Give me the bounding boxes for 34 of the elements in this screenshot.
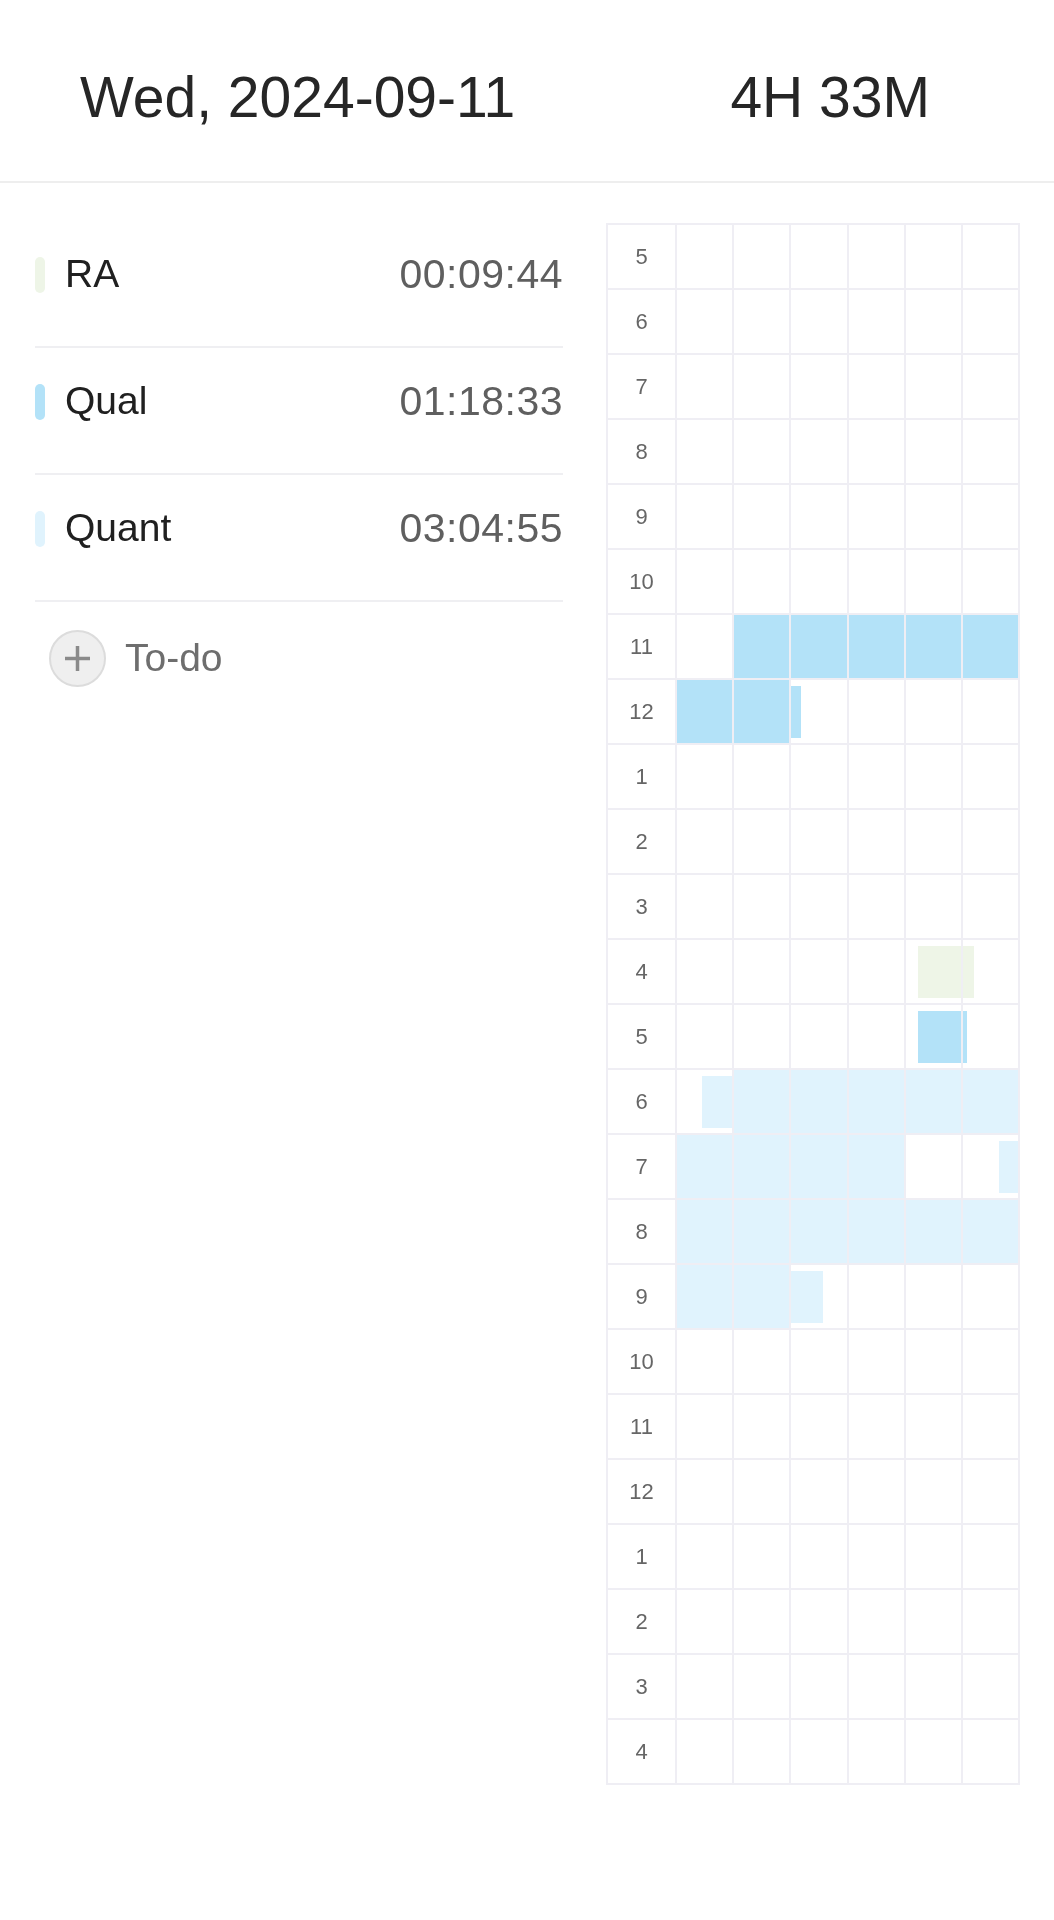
hour-label: 2 bbox=[635, 1610, 648, 1633]
hour-label: 12 bbox=[629, 700, 654, 723]
total-duration: 4H 33M bbox=[730, 69, 930, 126]
hour-label: 9 bbox=[635, 505, 648, 528]
task-name: Quant bbox=[65, 507, 172, 550]
hour-label: 5 bbox=[635, 245, 648, 268]
hour-label: 10 bbox=[629, 1350, 654, 1373]
hour-label: 12 bbox=[629, 1480, 654, 1503]
hour-label: 4 bbox=[635, 1740, 648, 1763]
date-title: Wed, 2024-09-11 bbox=[80, 69, 516, 126]
task-duration: 01:18:33 bbox=[399, 378, 563, 425]
hour-label: 6 bbox=[635, 1090, 648, 1113]
add-todo-button[interactable]: To-do bbox=[49, 630, 223, 687]
hour-label: 8 bbox=[635, 440, 648, 463]
hour-label: 4 bbox=[635, 960, 648, 983]
task-name: Qual bbox=[65, 380, 148, 423]
hour-label: 11 bbox=[630, 635, 653, 658]
hour-label: 9 bbox=[635, 1285, 648, 1308]
hour-label: 1 bbox=[635, 1545, 648, 1568]
task-duration: 00:09:44 bbox=[399, 251, 563, 298]
task-duration: 03:04:55 bbox=[399, 505, 563, 552]
hour-label: 6 bbox=[635, 310, 648, 333]
task-name: RA bbox=[65, 253, 120, 296]
hour-label: 8 bbox=[635, 1220, 648, 1243]
plus-icon bbox=[49, 630, 106, 687]
hour-label: 1 bbox=[635, 765, 648, 788]
hour-label: 3 bbox=[635, 895, 648, 918]
hour-label: 3 bbox=[635, 1675, 648, 1698]
hour-label: 10 bbox=[629, 570, 654, 593]
hour-label: 11 bbox=[630, 1415, 653, 1438]
hour-label: 5 bbox=[635, 1025, 648, 1048]
hour-label: 7 bbox=[635, 1155, 648, 1178]
hour-label: 7 bbox=[635, 375, 648, 398]
hour-label: 2 bbox=[635, 830, 648, 853]
